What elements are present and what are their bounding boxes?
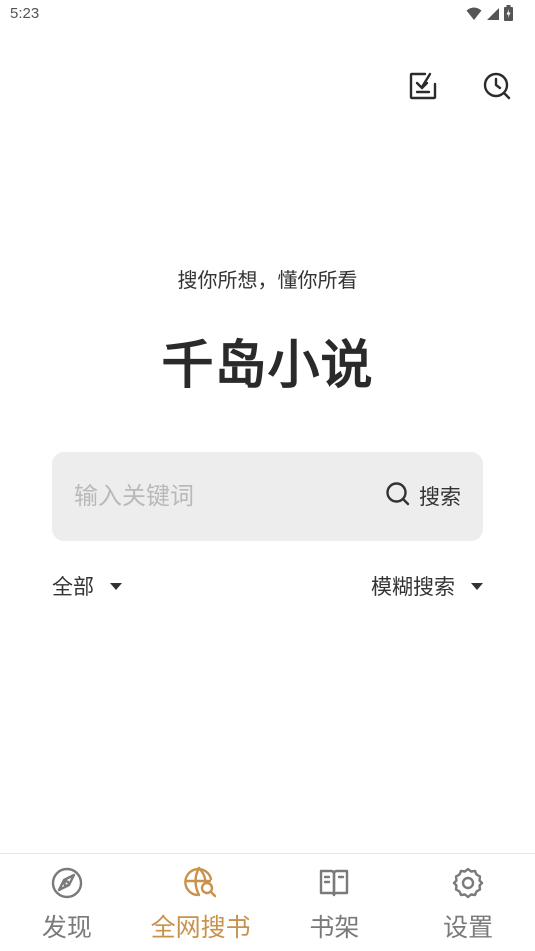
slogan: 搜你所想，懂你所看 (177, 268, 358, 292)
gear-icon (451, 866, 485, 904)
nav-item-bookshelf[interactable]: 书架 (268, 854, 402, 951)
status-bar: 5:23 (0, 0, 535, 30)
wifi-icon (466, 6, 482, 25)
top-actions (407, 70, 513, 102)
caret-down-icon (110, 582, 122, 590)
nav-label: 发现 (41, 913, 92, 942)
cell-signal-icon (486, 6, 500, 25)
search-box: 搜索 (52, 452, 483, 541)
nav-item-discover[interactable]: 发现 (0, 854, 134, 951)
nav-label: 全网搜书 (150, 913, 251, 942)
compass-icon (50, 866, 84, 904)
status-time: 5:23 (10, 5, 40, 22)
nav-item-settings[interactable]: 设置 (401, 854, 535, 951)
search-page: 5:23 搜你所想，懂你所看 千岛小说 输入关键词 搜索 全部 模糊搜索 发现 … (0, 0, 535, 951)
search-mode-dropdown[interactable]: 模糊搜索 (371, 571, 483, 601)
book-icon (317, 866, 351, 904)
scope-dropdown-label: 全部 (52, 575, 94, 599)
download-icon[interactable] (407, 70, 439, 102)
nav-item-web-search[interactable]: 全网搜书 (134, 854, 268, 951)
bottom-nav: 发现 全网搜书 书架 设置 (0, 853, 535, 951)
search-mode-label: 模糊搜索 (371, 575, 455, 599)
search-input[interactable] (74, 478, 334, 514)
caret-down-icon (471, 582, 483, 590)
battery-charging-icon (504, 5, 513, 25)
history-icon[interactable] (481, 70, 513, 102)
nav-label: 书架 (309, 913, 360, 942)
search-icon (385, 481, 411, 511)
search-button-label: 搜索 (419, 485, 461, 509)
app-title: 千岛小说 (161, 336, 374, 396)
status-icons (466, 5, 513, 25)
globe-search-icon (183, 866, 218, 904)
nav-label: 设置 (443, 913, 494, 942)
search-button[interactable]: 搜索 (385, 479, 461, 513)
scope-dropdown[interactable]: 全部 (52, 571, 122, 601)
